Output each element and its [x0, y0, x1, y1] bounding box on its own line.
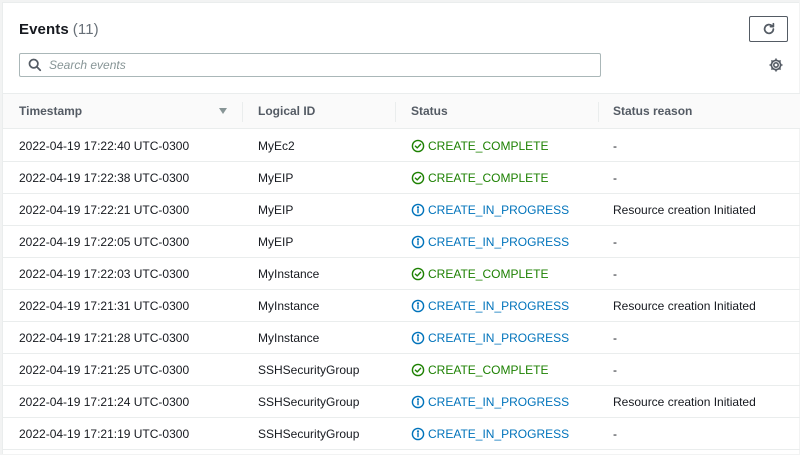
- timestamp-cell: 2022-04-19 17:22:38 UTC-0300: [19, 170, 190, 185]
- status-reason-cell: -: [613, 170, 617, 185]
- timestamp-cell: 2022-04-19 17:22:40 UTC-0300: [19, 138, 190, 153]
- timestamp-cell: 2022-04-19 17:22:21 UTC-0300: [19, 202, 190, 217]
- table-row: 2022-04-19 17:22:38 UTC-0300 MyEIP CREATE_…: [3, 162, 800, 194]
- table-header: Timestamp Logical ID Status Status reaso…: [3, 93, 800, 129]
- status-reason-cell: -: [613, 266, 617, 281]
- table-row: 2022-04-19 17:22:03 UTC-0300 MyInstance CR…: [3, 258, 800, 290]
- logical-id-cell: MyInstance: [258, 266, 320, 281]
- table-row: 2022-04-19 17:22:05 UTC-0300 MyEIP CREATE_…: [3, 226, 800, 258]
- status-text: CREATE_IN_PROGRESS: [428, 330, 570, 345]
- logical-id-cell: SSHSecurityGroup: [258, 362, 360, 377]
- logical-id-cell: MyEIP: [258, 202, 294, 217]
- status-text: CREATE_COMPLETE: [428, 170, 549, 185]
- logical-id-cell: SSHSecurityGroup: [258, 426, 360, 441]
- logical-id-cell: MyInstance: [258, 330, 320, 345]
- column-header-timestamp[interactable]: Timestamp: [19, 94, 82, 128]
- timestamp-cell: 2022-04-19 17:22:05 UTC-0300: [19, 234, 190, 249]
- info-circle-icon: [411, 299, 425, 313]
- timestamp-cell: 2022-04-19 17:21:19 UTC-0300: [19, 426, 190, 441]
- refresh-button[interactable]: [749, 16, 788, 42]
- status-cell: CREATE_IN_PROGRESS: [411, 322, 569, 353]
- status-reason-cell: Resource creation Initiated: [613, 202, 756, 217]
- check-circle-icon: [411, 363, 425, 377]
- info-circle-icon: [411, 427, 425, 441]
- status-cell: CREATE_COMPLETE: [411, 354, 548, 385]
- info-circle-icon: [411, 203, 425, 217]
- timestamp-cell: 2022-04-19 17:21:24 UTC-0300: [19, 394, 190, 409]
- status-reason-cell: -: [613, 138, 617, 153]
- events-panel: Events(11) Timestamp L: [2, 2, 800, 454]
- events-count: (11): [72, 21, 99, 38]
- events-table-body: 2022-04-19 17:22:40 UTC-0300 MyEc2 CREATE_…: [3, 130, 800, 450]
- panel-title-text: Events: [19, 21, 69, 38]
- search-input[interactable]: [49, 55, 600, 75]
- status-text: CREATE_COMPLETE: [428, 266, 549, 281]
- panel-title: Events (11): [19, 21, 99, 38]
- status-cell: CREATE_IN_PROGRESS: [411, 386, 569, 417]
- column-header-logical-id[interactable]: Logical ID: [258, 94, 315, 128]
- status-reason-cell: -: [613, 234, 617, 249]
- status-text: CREATE_IN_PROGRESS: [428, 298, 570, 313]
- status-text: CREATE_IN_PROGRESS: [428, 394, 570, 409]
- check-circle-icon: [411, 267, 425, 281]
- info-circle-icon: [411, 395, 425, 409]
- search-field[interactable]: [19, 53, 601, 77]
- info-circle-icon: [411, 235, 425, 249]
- status-reason-cell: Resource creation Initiated: [613, 394, 756, 409]
- caret-down-icon[interactable]: [218, 106, 228, 116]
- status-text: CREATE_COMPLETE: [428, 362, 549, 377]
- check-circle-icon: [411, 139, 425, 153]
- status-reason-cell: -: [613, 330, 617, 345]
- status-cell: CREATE_IN_PROGRESS: [411, 290, 569, 321]
- status-cell: CREATE_COMPLETE: [411, 162, 548, 193]
- timestamp-cell: 2022-04-19 17:22:03 UTC-0300: [19, 266, 190, 281]
- status-cell: CREATE_COMPLETE: [411, 130, 548, 161]
- column-divider: [242, 102, 243, 122]
- status-reason-cell: Resource creation Initiated: [613, 298, 756, 313]
- status-text: CREATE_COMPLETE: [428, 138, 549, 153]
- column-divider: [598, 102, 599, 122]
- table-row: 2022-04-19 17:21:28 UTC-0300 MyInstance CR…: [3, 322, 800, 354]
- status-cell: CREATE_IN_PROGRESS: [411, 226, 569, 257]
- status-reason-cell: -: [613, 426, 617, 441]
- status-cell: CREATE_IN_PROGRESS: [411, 194, 569, 225]
- table-row: 2022-04-19 17:22:21 UTC-0300 MyEIP CREATE_…: [3, 194, 800, 226]
- timestamp-cell: 2022-04-19 17:21:28 UTC-0300: [19, 330, 190, 345]
- table-row: 2022-04-19 17:21:19 UTC-0300 SSHSecurityG…: [3, 418, 800, 450]
- gear-icon[interactable]: [768, 57, 784, 73]
- logical-id-cell: MyInstance: [258, 298, 320, 313]
- table-row: 2022-04-19 17:21:25 UTC-0300 SSHSecurityG…: [3, 354, 800, 386]
- column-divider: [395, 102, 396, 122]
- logical-id-cell: MyEIP: [258, 170, 294, 185]
- info-circle-icon: [411, 331, 425, 345]
- table-row: 2022-04-19 17:22:40 UTC-0300 MyEc2 CREATE_…: [3, 130, 800, 162]
- status-reason-cell: -: [613, 362, 617, 377]
- timestamp-cell: 2022-04-19 17:21:25 UTC-0300: [19, 362, 190, 377]
- status-text: CREATE_IN_PROGRESS: [428, 234, 570, 249]
- logical-id-cell: SSHSecurityGroup: [258, 394, 360, 409]
- refresh-icon: [762, 22, 776, 36]
- logical-id-cell: MyEc2: [258, 138, 295, 153]
- table-row: 2022-04-19 17:21:24 UTC-0300 SSHSecurityG…: [3, 386, 800, 418]
- column-header-status[interactable]: Status: [411, 94, 448, 128]
- column-header-status-reason[interactable]: Status reason: [613, 94, 692, 128]
- logical-id-cell: MyEIP: [258, 234, 294, 249]
- status-text: CREATE_IN_PROGRESS: [428, 202, 570, 217]
- status-cell: CREATE_COMPLETE: [411, 258, 548, 289]
- status-cell: CREATE_IN_PROGRESS: [411, 418, 569, 449]
- status-text: CREATE_IN_PROGRESS: [428, 426, 570, 441]
- timestamp-cell: 2022-04-19 17:21:31 UTC-0300: [19, 298, 190, 313]
- search-icon: [28, 58, 42, 72]
- check-circle-icon: [411, 171, 425, 185]
- table-row: 2022-04-19 17:21:31 UTC-0300 MyInstance CR…: [3, 290, 800, 322]
